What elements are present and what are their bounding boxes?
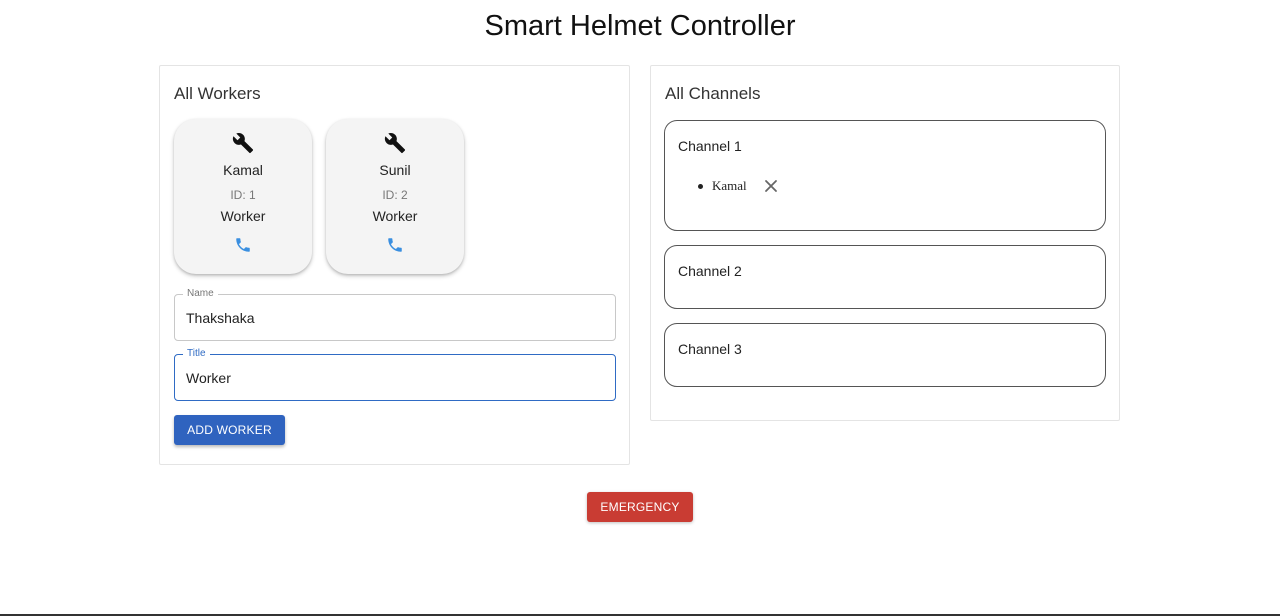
bullet bbox=[698, 183, 703, 189]
channel-name: Channel 2 bbox=[678, 263, 742, 279]
channel-box[interactable]: Channel 3 bbox=[664, 323, 1106, 387]
worker-title: Worker bbox=[372, 208, 418, 224]
phone-icon[interactable] bbox=[326, 236, 464, 256]
member-name: Kamal bbox=[712, 178, 747, 193]
phone-icon[interactable] bbox=[174, 236, 312, 256]
worker-title: Worker bbox=[220, 208, 266, 224]
emergency-button[interactable]: EMERGENCY bbox=[587, 492, 693, 522]
name-field: Name bbox=[174, 288, 616, 341]
name-field-label: Name bbox=[183, 288, 218, 300]
workers-panel-title: All Workers bbox=[174, 84, 261, 103]
worker-id: ID: 2 bbox=[382, 188, 408, 202]
title-field-label: Title bbox=[183, 348, 210, 360]
workers-panel: All Workers Kamal ID: 1 Worker Sunil ID:… bbox=[159, 65, 630, 465]
worker-name: Sunil bbox=[379, 162, 411, 178]
wrench-icon bbox=[174, 132, 312, 154]
channel-box[interactable]: Channel 1 Kamal bbox=[664, 120, 1106, 231]
channels-panel: All Channels Channel 1 Kamal Channel 2 C… bbox=[650, 65, 1120, 421]
channel-box[interactable]: Channel 2 bbox=[664, 245, 1106, 309]
worker-card: Kamal ID: 1 Worker bbox=[174, 119, 312, 274]
add-worker-button[interactable]: ADD WORKER bbox=[174, 415, 285, 445]
title-field: Title bbox=[174, 348, 616, 401]
worker-name: Kamal bbox=[223, 162, 263, 178]
channels-panel-title: All Channels bbox=[665, 84, 761, 103]
close-icon[interactable] bbox=[764, 179, 778, 193]
page-title: Smart Helmet Controller bbox=[484, 10, 796, 42]
channel-name: Channel 3 bbox=[678, 341, 742, 357]
title-input[interactable] bbox=[186, 368, 596, 388]
channel-name: Channel 1 bbox=[678, 138, 742, 154]
worker-id: ID: 1 bbox=[230, 188, 256, 202]
name-input[interactable] bbox=[186, 308, 596, 328]
wrench-icon bbox=[326, 132, 464, 154]
channel-member: Kamal bbox=[698, 178, 778, 194]
worker-card: Sunil ID: 2 Worker bbox=[326, 119, 464, 274]
